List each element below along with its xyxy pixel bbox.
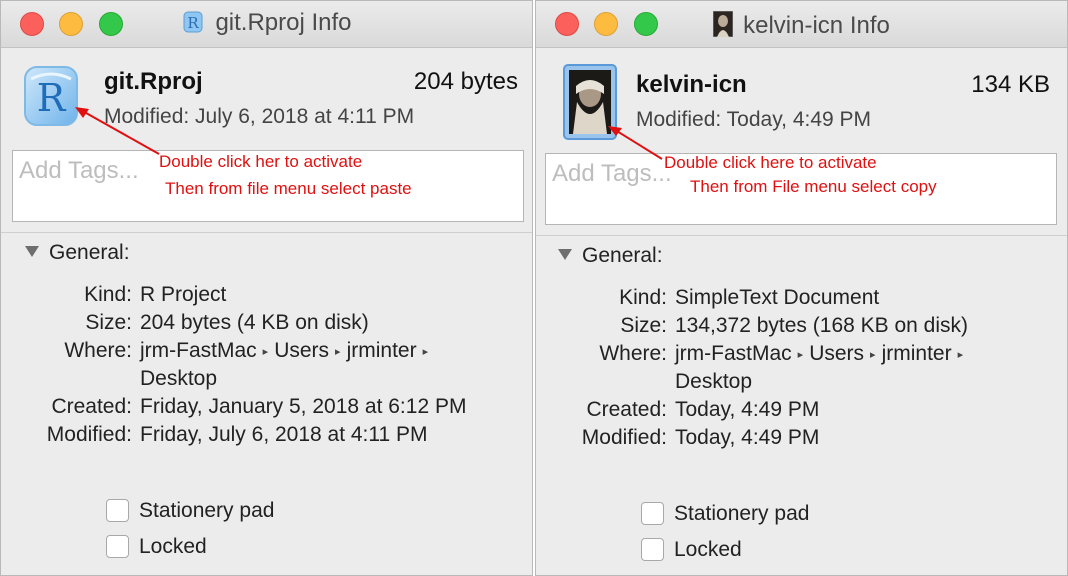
- path-item[interactable]: Desktop: [675, 368, 752, 396]
- where-row: Where: jrm-FastMac ▸ Users ▸ jrminter ▸ Deskt…: [536, 340, 1067, 396]
- size-value: 134,372 bytes (168 KB on disk): [675, 314, 969, 337]
- file-size: 204 bytes: [413, 68, 518, 95]
- modified-value: Today, 4:49 PM: [675, 426, 820, 449]
- path-item[interactable]: Users: [809, 342, 864, 365]
- where-row: Where: jrm-FastMac ▸ Users ▸ jrminter ▸ Deskt…: [1, 337, 532, 393]
- divider: [1, 232, 532, 233]
- checkbox[interactable]: [641, 538, 664, 561]
- size-row: Size: 134,372 bytes (168 KB on disk): [536, 312, 1067, 340]
- general-section-toggle[interactable]: General:: [558, 244, 663, 268]
- kind-value: R Project: [140, 283, 227, 306]
- checkbox-label: Stationery pad: [674, 502, 810, 525]
- created-value: Friday, January 5, 2018 at 6:12 PM: [140, 395, 467, 418]
- kind-label: Kind:: [619, 286, 667, 309]
- size-value: 204 bytes (4 KB on disk): [140, 311, 369, 334]
- modified-row: Modified: Today, 4:49 PM: [536, 424, 1067, 452]
- path-arrow-icon: ▸: [957, 349, 964, 361]
- title-bar[interactable]: kelvin-icn Info: [536, 1, 1067, 48]
- locked-checkbox[interactable]: Locked: [106, 535, 207, 559]
- file-name[interactable]: git.Rproj: [104, 68, 203, 96]
- path-arrow-icon: ▸: [797, 349, 804, 361]
- stationery-pad-checkbox[interactable]: Stationery pad: [106, 499, 274, 523]
- path-item[interactable]: jrminter: [882, 342, 952, 365]
- path-item[interactable]: jrminter: [347, 339, 417, 362]
- svg-text:R: R: [188, 14, 200, 32]
- locked-checkbox[interactable]: Locked: [641, 538, 742, 562]
- where-path: jrm-FastMac ▸ Users ▸ jrminter ▸: [675, 340, 969, 369]
- path-item[interactable]: jrm-FastMac: [675, 342, 792, 365]
- window-title: kelvin-icn Info: [743, 12, 890, 39]
- tags-placeholder: Add Tags...: [19, 157, 139, 184]
- where-label: Where:: [599, 342, 667, 365]
- window-title: git.Rproj Info: [215, 9, 352, 36]
- path-item[interactable]: Users: [274, 339, 329, 362]
- where-label: Where:: [64, 339, 132, 362]
- kind-value: SimpleText Document: [675, 286, 880, 309]
- modified-label: Modified:: [46, 423, 132, 446]
- title-bar[interactable]: R git.Rproj Info: [1, 1, 532, 48]
- general-section-toggle[interactable]: General:: [25, 241, 130, 265]
- path-arrow-icon: ▸: [262, 346, 269, 358]
- where-path: jrm-FastMac ▸ Users ▸ jrminter ▸: [140, 337, 434, 366]
- annotation-arrow: [75, 107, 160, 155]
- checkbox-label: Locked: [674, 538, 742, 561]
- divider: [536, 235, 1067, 236]
- kind-label: Kind:: [84, 283, 132, 306]
- file-size: 134 KB: [971, 71, 1050, 98]
- checkbox[interactable]: [106, 535, 129, 558]
- checkbox-label: Stationery pad: [139, 499, 275, 522]
- portrait-thumbnail-icon: [712, 10, 734, 44]
- info-window-kelvin-icn: kelvin-icn Info kelvin-icn 134 KB Modifi…: [535, 0, 1068, 576]
- general-info: Kind: R Project Size: 204 bytes (4 KB on…: [1, 281, 532, 449]
- annotation-line-2: Then from file menu select paste: [165, 179, 412, 198]
- general-heading: General:: [49, 241, 130, 264]
- general-info: Kind: SimpleText Document Size: 134,372 …: [536, 284, 1067, 452]
- size-label: Size:: [620, 314, 667, 337]
- checkbox[interactable]: [641, 502, 664, 525]
- modified-label: Modified:: [581, 426, 667, 449]
- annotation-line-2: Then from File menu select copy: [690, 177, 937, 196]
- path-item[interactable]: Desktop: [140, 365, 217, 393]
- general-heading: General:: [582, 244, 663, 267]
- annotation-line-1: Double click here to activate: [664, 153, 877, 172]
- info-window-git-rproj: R git.Rproj Info R git.Rproj 204 bytes M…: [0, 0, 533, 576]
- annotation-line-1: Double click her to activate: [159, 152, 363, 171]
- path-item[interactable]: jrm-FastMac: [140, 339, 257, 362]
- annotation-arrow: [608, 126, 663, 160]
- path-arrow-icon: ▸: [335, 346, 341, 358]
- size-label: Size:: [85, 311, 132, 334]
- disclosure-triangle-icon[interactable]: [25, 246, 39, 257]
- kind-row: Kind: R Project: [1, 281, 532, 309]
- modified-value: Friday, July 6, 2018 at 4:11 PM: [140, 423, 428, 446]
- checkbox[interactable]: [106, 499, 129, 522]
- modified-row: Modified: Friday, July 6, 2018 at 4:11 P…: [1, 421, 532, 449]
- checkbox-label: Locked: [139, 535, 207, 558]
- path-arrow-icon: ▸: [870, 349, 876, 361]
- stationery-pad-checkbox[interactable]: Stationery pad: [641, 502, 809, 526]
- created-label: Created:: [51, 395, 132, 418]
- created-value: Today, 4:49 PM: [675, 398, 820, 421]
- disclosure-triangle-icon[interactable]: [558, 249, 572, 260]
- file-name[interactable]: kelvin-icn: [636, 71, 747, 99]
- created-label: Created:: [586, 398, 667, 421]
- created-row: Created: Today, 4:49 PM: [536, 396, 1067, 424]
- size-row: Size: 204 bytes (4 KB on disk): [1, 309, 532, 337]
- path-arrow-icon: ▸: [422, 346, 429, 358]
- kind-row: Kind: SimpleText Document: [536, 284, 1067, 312]
- created-row: Created: Friday, January 5, 2018 at 6:12…: [1, 393, 532, 421]
- rproj-file-icon: R: [181, 10, 205, 41]
